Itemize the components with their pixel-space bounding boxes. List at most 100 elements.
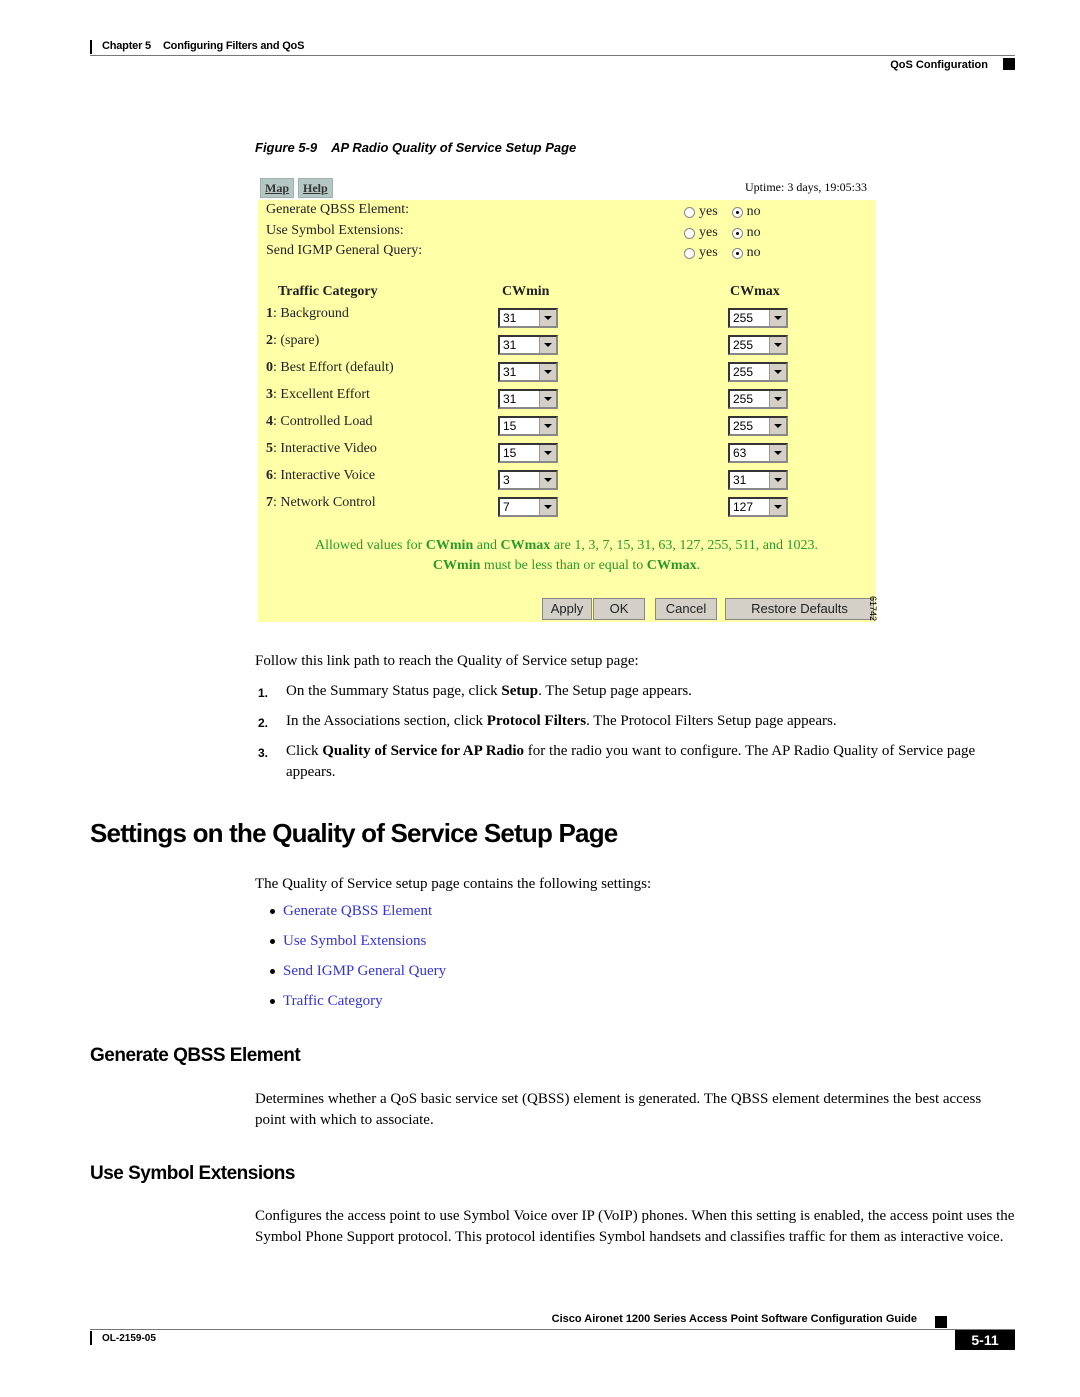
cwmin-value: 15 [503, 419, 517, 433]
note-cwmax: CWmax [500, 538, 551, 553]
radio-qbss-no[interactable] [731, 206, 743, 218]
cwmin-select[interactable]: 31 [498, 362, 558, 382]
qos-setup-screenshot: Map Help Uptime: 3 days, 19:05:33 Genera… [258, 176, 875, 622]
apply-button[interactable]: Apply [542, 598, 592, 620]
cwmax-select[interactable]: 31 [728, 470, 788, 490]
traffic-category-row: 5: Interactive Video [266, 441, 377, 457]
radio-igmp-yes[interactable] [684, 247, 695, 259]
dropdown-arrow-icon[interactable] [539, 499, 556, 515]
radio-label-yes: yes [699, 225, 718, 240]
dropdown-arrow-icon[interactable] [539, 445, 556, 461]
dropdown-arrow-icon[interactable] [539, 364, 556, 380]
dropdown-arrow-icon[interactable] [769, 499, 786, 515]
footer-title: Cisco Aironet 1200 Series Access Point S… [551, 1313, 917, 1325]
bullet-icon [270, 909, 275, 915]
link-send-igmp[interactable]: Send IGMP General Query [283, 963, 446, 979]
bullet-item: Use Symbol Extensions [270, 933, 426, 950]
cwmin-value: 31 [503, 392, 517, 406]
dropdown-arrow-icon[interactable] [769, 337, 786, 353]
cwmin-value: 31 [503, 365, 517, 379]
traffic-category-row: 6: Interactive Voice [266, 468, 375, 484]
dropdown-arrow-icon[interactable] [539, 337, 556, 353]
link-traffic-category[interactable]: Traffic Category [283, 993, 383, 1009]
cwmin-select[interactable]: 15 [498, 443, 558, 463]
step-3: 3. Click Quality of Service for AP Radio… [258, 741, 1018, 783]
radio-group-qbss: yes no [684, 204, 761, 220]
cwmin-select[interactable]: 31 [498, 389, 558, 409]
cwmax-select[interactable]: 255 [728, 389, 788, 409]
category-name: : Interactive Voice [273, 468, 376, 483]
dropdown-arrow-icon[interactable] [769, 310, 786, 326]
cwmin-value: 15 [503, 446, 517, 460]
category-number: 0 [266, 360, 273, 375]
step-number: 3. [258, 746, 269, 760]
cwmin-select[interactable]: 31 [498, 308, 558, 328]
cwmax-value: 255 [733, 392, 754, 406]
dropdown-arrow-icon[interactable] [769, 418, 786, 434]
cwmax-select[interactable]: 255 [728, 308, 788, 328]
uptime: Uptime: 3 days, 19:05:33 [745, 180, 867, 194]
restore-defaults-button[interactable]: Restore Defaults [725, 598, 874, 620]
cwmin-select[interactable]: 3 [498, 470, 558, 490]
radio-label-no: no [746, 204, 761, 219]
radio-qbss-yes[interactable] [684, 206, 695, 218]
note-cwmin: CWmin [425, 538, 474, 553]
cwmin-select[interactable]: 7 [498, 497, 558, 517]
step-number: 1. [258, 686, 269, 700]
header-section: QoS Configuration [890, 59, 988, 71]
cwmax-value: 127 [733, 500, 754, 514]
dropdown-arrow-icon[interactable] [769, 391, 786, 407]
header-cwmin: CWmin [502, 284, 550, 299]
figure-id: 61742 [868, 596, 878, 622]
dropdown-arrow-icon[interactable] [769, 445, 786, 461]
cwmax-select[interactable]: 63 [728, 443, 788, 463]
dropdown-arrow-icon[interactable] [539, 472, 556, 488]
cwmax-select[interactable]: 255 [728, 416, 788, 436]
dropdown-arrow-icon[interactable] [539, 310, 556, 326]
bullet-icon [270, 969, 275, 975]
procedure-intro: Follow this link path to reach the Quali… [255, 653, 639, 669]
category-number: 3 [266, 387, 273, 402]
link-generate-qbss[interactable]: Generate QBSS Element [283, 903, 432, 919]
radio-igmp-no[interactable] [731, 247, 743, 259]
cwmax-select[interactable]: 255 [728, 362, 788, 382]
dropdown-arrow-icon[interactable] [539, 391, 556, 407]
subsection-heading-symbol: Use Symbol Extensions [90, 1163, 295, 1184]
link-use-symbol[interactable]: Use Symbol Extensions [283, 933, 426, 949]
note-cwmin: CWmin [432, 558, 481, 573]
cancel-button[interactable]: Cancel [655, 598, 717, 620]
dropdown-arrow-icon[interactable] [769, 472, 786, 488]
cwmax-value: 31 [733, 473, 747, 487]
cwmin-select[interactable]: 31 [498, 335, 558, 355]
map-link[interactable]: Map [260, 178, 294, 198]
bullet-icon [270, 999, 275, 1005]
radio-symbol-yes[interactable] [684, 227, 695, 239]
cwmin-select[interactable]: 15 [498, 416, 558, 436]
ok-button[interactable]: OK [593, 598, 645, 620]
cwmin-value: 31 [503, 311, 517, 325]
step-emphasis: Protocol Filters [486, 713, 587, 729]
help-link[interactable]: Help [298, 178, 333, 198]
radio-label-no: no [746, 225, 761, 240]
step-text: . The Protocol Filters Setup page appear… [586, 713, 837, 729]
option-label-symbol: Use Symbol Extensions: [266, 223, 404, 238]
dropdown-arrow-icon[interactable] [539, 418, 556, 434]
bullet-item: Traffic Category [270, 993, 383, 1010]
header-marker [1003, 58, 1015, 70]
cwmax-select[interactable]: 255 [728, 335, 788, 355]
cwmin-value: 7 [503, 500, 510, 514]
figure-number: Figure 5-9 [255, 140, 318, 155]
dropdown-arrow-icon[interactable] [769, 364, 786, 380]
option-label-igmp: Send IGMP General Query: [266, 243, 423, 258]
subsection-heading-qbss: Generate QBSS Element [90, 1045, 301, 1066]
cwmax-value: 255 [733, 365, 754, 379]
traffic-category-row: 3: Excellent Effort [266, 387, 370, 403]
radio-label-yes: yes [699, 204, 718, 219]
radio-symbol-no[interactable] [731, 227, 743, 239]
footer-bar [90, 1331, 92, 1345]
step-emphasis: Quality of Service for AP Radio [322, 743, 525, 759]
settings-panel: Generate QBSS Element: yes no Use Symbol… [258, 200, 875, 622]
cwmax-select[interactable]: 127 [728, 497, 788, 517]
step-1: 1. On the Summary Status page, click Set… [258, 681, 1018, 702]
note-cwmax: CWmax [646, 558, 697, 573]
